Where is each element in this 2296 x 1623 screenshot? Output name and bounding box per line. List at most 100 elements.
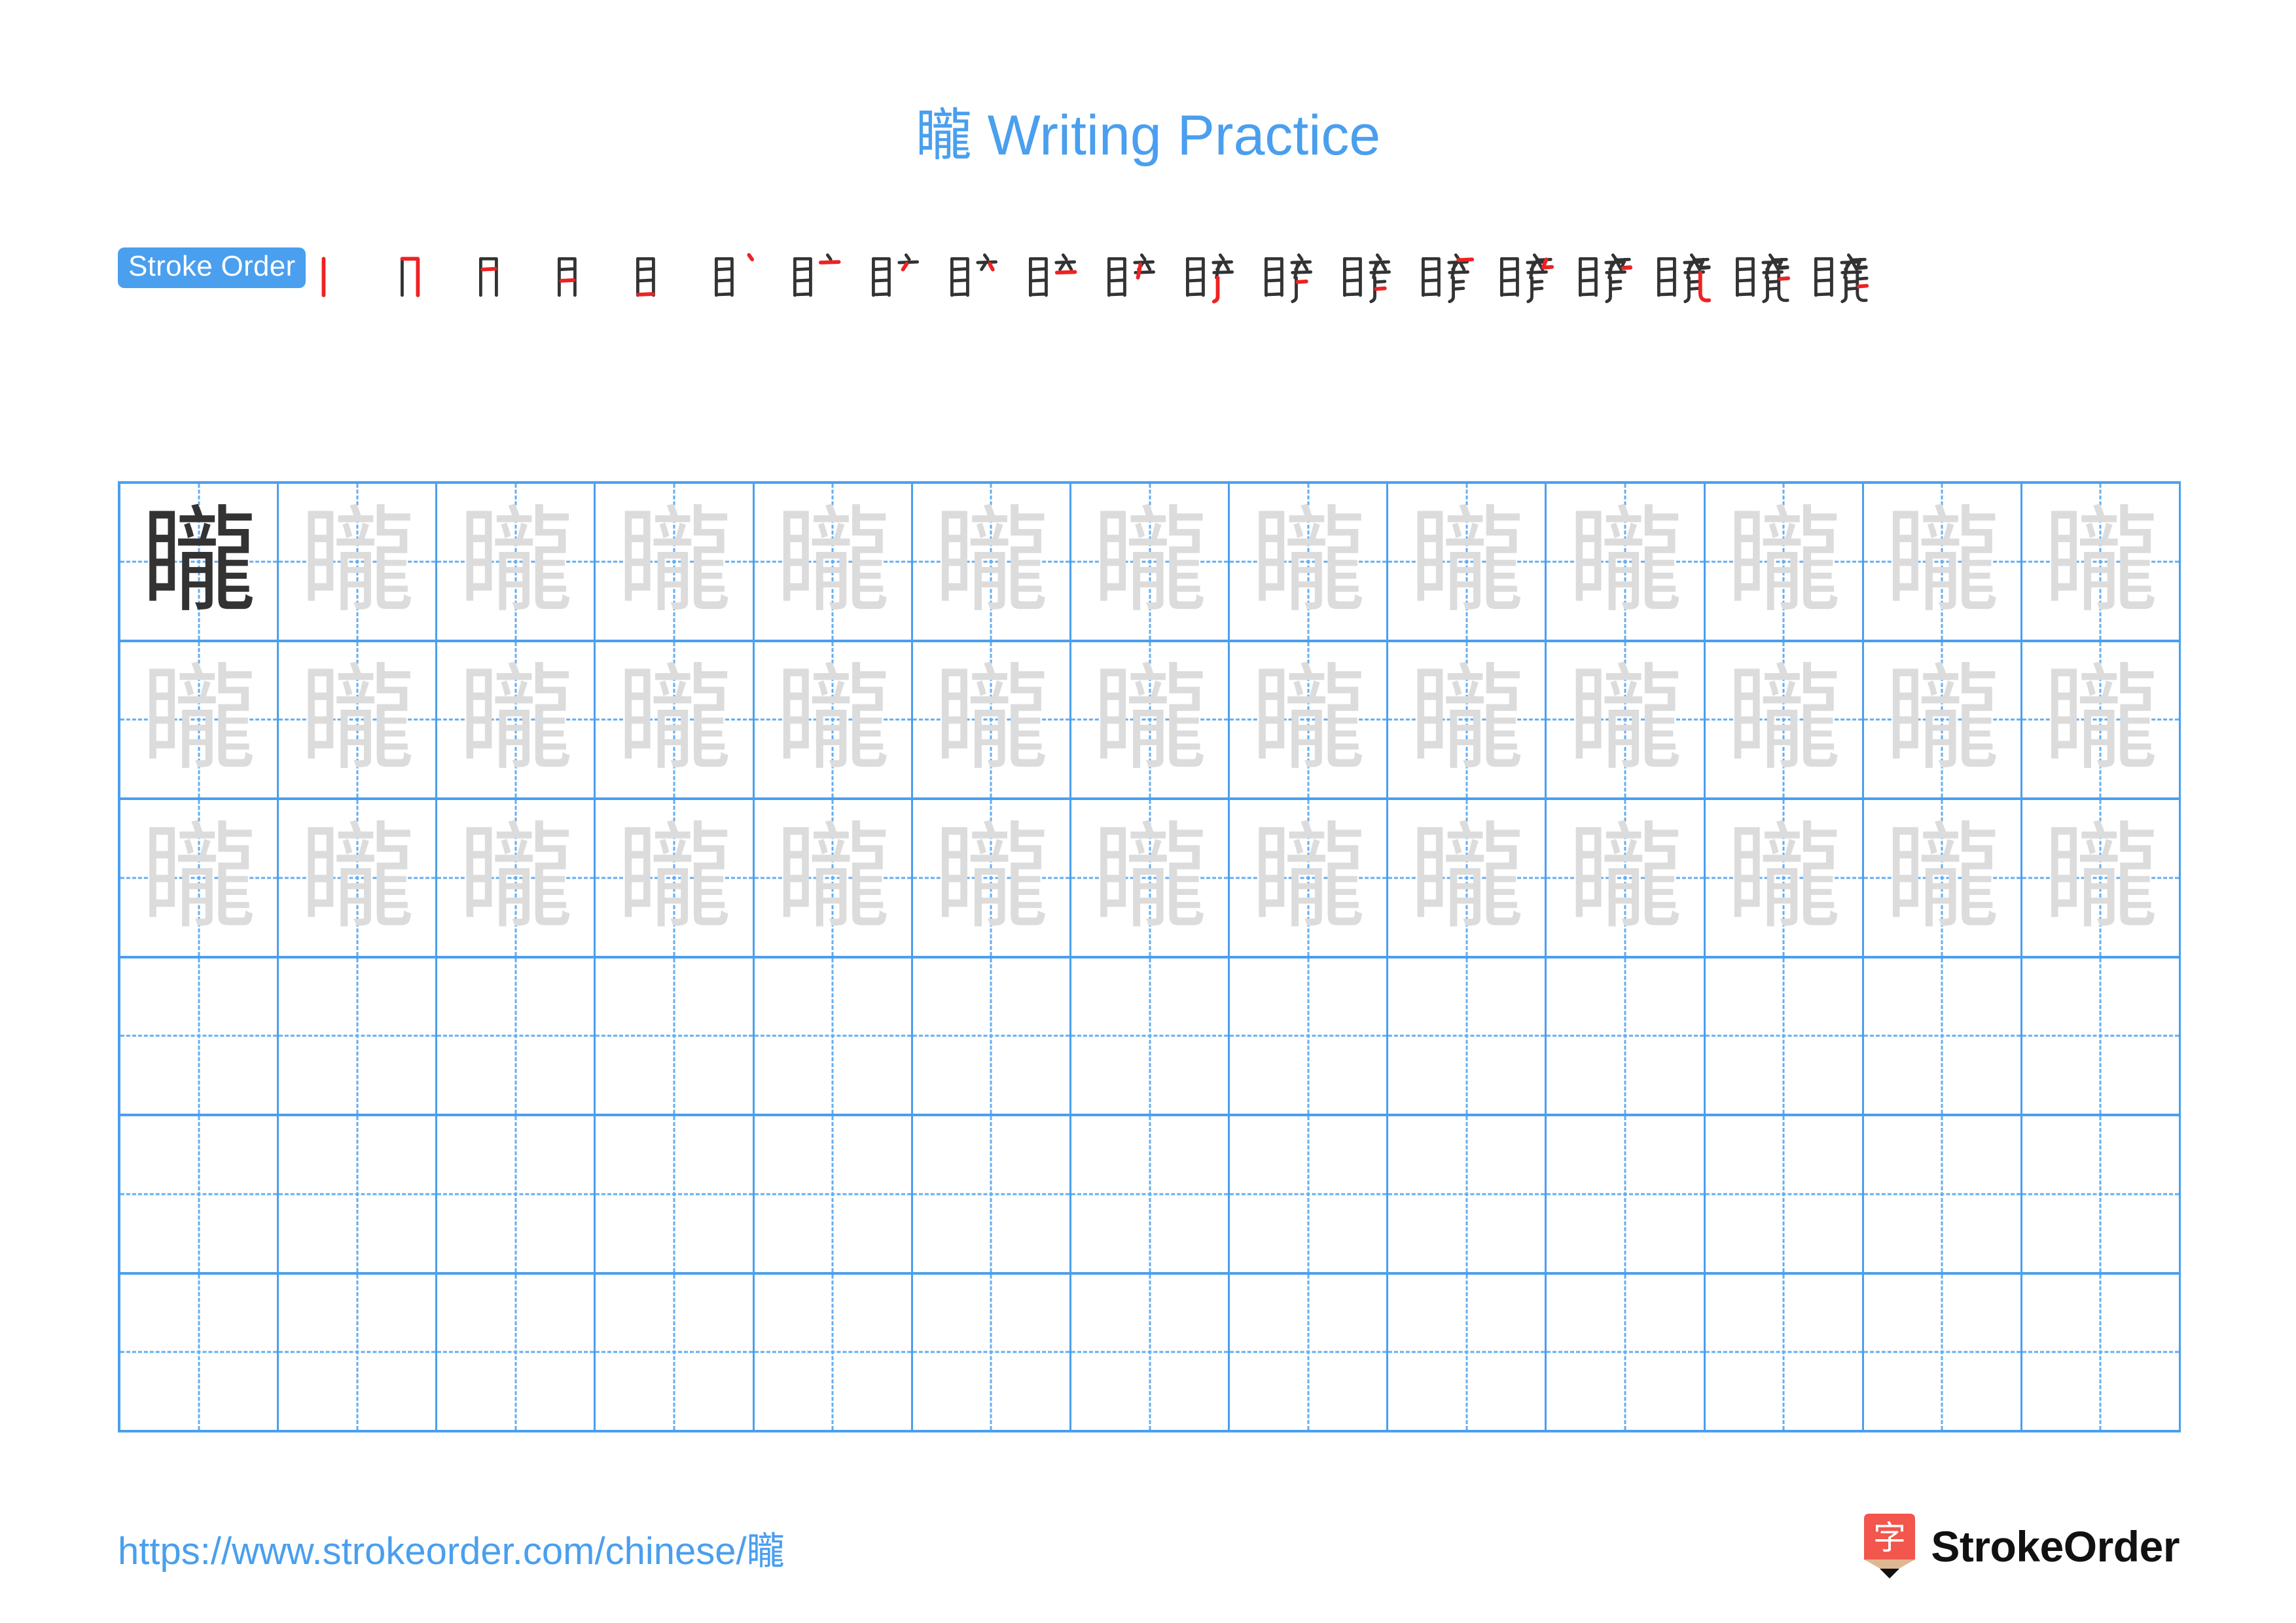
practice-grid-cell[interactable]	[1706, 1274, 1864, 1430]
practice-cell-blank	[1864, 1116, 2020, 1272]
practice-grid-cell[interactable]: 矓	[1388, 642, 1547, 797]
practice-grid-cell[interactable]: 矓	[755, 642, 913, 797]
page-title: 矓 Writing Practice	[0, 103, 2296, 168]
practice-cell-character: 矓	[775, 810, 891, 945]
practice-grid-cell[interactable]	[755, 1274, 913, 1430]
practice-grid-cell[interactable]: 矓	[596, 484, 755, 640]
practice-grid-cell[interactable]: 矓	[913, 484, 1071, 640]
practice-grid-cell[interactable]	[1864, 1274, 2022, 1430]
practice-grid-cell[interactable]: 矓	[1230, 484, 1389, 640]
practice-grid-cell[interactable]	[913, 1274, 1071, 1430]
practice-grid-cell[interactable]: 矓	[1864, 484, 2022, 640]
practice-grid-cell[interactable]	[120, 958, 279, 1114]
practice-grid-cell[interactable]: 矓	[1706, 642, 1864, 797]
practice-grid-cell[interactable]	[437, 1274, 596, 1430]
practice-grid-cell[interactable]	[120, 1274, 279, 1430]
practice-grid-cell[interactable]: 矓	[1388, 484, 1547, 640]
practice-grid-cell[interactable]	[1388, 958, 1547, 1114]
practice-grid-cell[interactable]	[279, 1116, 438, 1272]
practice-grid-cell[interactable]: 矓	[279, 642, 438, 797]
practice-grid-cell[interactable]	[596, 1274, 755, 1430]
practice-grid-cell[interactable]	[279, 958, 438, 1114]
practice-grid-cell[interactable]	[1706, 958, 1864, 1114]
practice-grid-cell[interactable]	[1864, 958, 2022, 1114]
practice-grid-cell[interactable]: 矓	[1706, 800, 1864, 956]
practice-grid-cell[interactable]: 矓	[913, 642, 1071, 797]
page-title-character: 矓	[915, 103, 972, 168]
practice-grid-cell[interactable]: 矓	[1547, 642, 1706, 797]
practice-grid-cell[interactable]: 矓	[437, 800, 596, 956]
practice-grid-cell[interactable]	[1230, 1116, 1389, 1272]
practice-grid-cell[interactable]: 矓	[596, 800, 755, 956]
practice-grid-cell[interactable]: 矓	[437, 484, 596, 640]
practice-grid-cell[interactable]	[596, 958, 755, 1114]
practice-grid-cell[interactable]	[1071, 1274, 1230, 1430]
practice-grid-cell[interactable]: 矓	[120, 642, 279, 797]
practice-cell-character: 矓	[1092, 494, 1208, 629]
practice-grid-cell[interactable]	[1706, 1116, 1864, 1272]
practice-grid-cell[interactable]: 矓	[2022, 800, 2181, 956]
practice-grid-cell[interactable]: 矓	[755, 800, 913, 956]
practice-grid-cell[interactable]	[437, 1116, 596, 1272]
stroke-step-12	[1179, 247, 1242, 310]
practice-cell-blank	[1388, 958, 1545, 1114]
practice-grid-cell[interactable]	[1388, 1274, 1547, 1430]
practice-grid-cell[interactable]: 矓	[755, 484, 913, 640]
practice-cell-character: 矓	[2043, 810, 2159, 945]
practice-grid-cell[interactable]: 矓	[1547, 484, 1706, 640]
practice-grid-cell[interactable]: 矓	[279, 484, 438, 640]
stroke-step-18	[1650, 247, 1713, 310]
practice-grid-cell[interactable]	[1864, 1116, 2022, 1272]
practice-grid-cell[interactable]	[437, 958, 596, 1114]
practice-grid-cell[interactable]	[1071, 958, 1230, 1114]
practice-grid-cell[interactable]	[596, 1116, 755, 1272]
footer-url[interactable]: https://www.strokeorder.com/chinese/矓	[118, 1520, 785, 1575]
practice-cell-character: 矓	[2043, 494, 2159, 629]
practice-grid-cell[interactable]: 矓	[2022, 484, 2181, 640]
practice-cell-character: 矓	[1567, 810, 1683, 945]
practice-grid-cell[interactable]	[1388, 1116, 1547, 1272]
practice-grid-cell[interactable]: 矓	[120, 484, 279, 640]
practice-cell-character: 矓	[775, 494, 891, 629]
practice-grid-cell[interactable]	[120, 1116, 279, 1272]
practice-grid-cell[interactable]	[913, 1116, 1071, 1272]
practice-grid-cell[interactable]: 矓	[913, 800, 1071, 956]
practice-grid-cell[interactable]	[1230, 1274, 1389, 1430]
practice-cell-blank	[755, 958, 911, 1114]
practice-grid-cell[interactable]: 矓	[1864, 642, 2022, 797]
practice-grid-cell[interactable]: 矓	[1071, 642, 1230, 797]
practice-grid-cell[interactable]	[2022, 1274, 2181, 1430]
practice-cell-blank	[2022, 1116, 2179, 1272]
practice-cell-blank	[279, 958, 435, 1114]
practice-cell-blank	[120, 958, 277, 1114]
practice-grid-cell[interactable]	[1547, 1116, 1706, 1272]
practice-grid-cell[interactable]	[1547, 958, 1706, 1114]
stroke-step-20	[1807, 247, 1870, 310]
practice-grid-cell[interactable]	[1071, 1116, 1230, 1272]
practice-grid-cell[interactable]	[2022, 958, 2181, 1114]
practice-grid-cell[interactable]: 矓	[437, 642, 596, 797]
practice-grid-cell[interactable]: 矓	[1071, 484, 1230, 640]
practice-grid-cell[interactable]: 矓	[279, 800, 438, 956]
practice-grid-cell[interactable]: 矓	[1230, 642, 1389, 797]
practice-cell-character: 矓	[1884, 494, 2000, 629]
practice-grid-cell[interactable]	[279, 1274, 438, 1430]
practice-grid-cell[interactable]: 矓	[1864, 800, 2022, 956]
practice-cell-character: 矓	[1567, 652, 1683, 787]
practice-grid-cell[interactable]	[2022, 1116, 2181, 1272]
practice-grid-cell[interactable]: 矓	[1388, 800, 1547, 956]
practice-grid-cell[interactable]	[913, 958, 1071, 1114]
practice-cell-character: 矓	[617, 494, 732, 629]
practice-grid-cell[interactable]: 矓	[1230, 800, 1389, 956]
practice-grid-cell[interactable]: 矓	[120, 800, 279, 956]
practice-cell-blank	[437, 1116, 594, 1272]
practice-grid-cell[interactable]	[1547, 1274, 1706, 1430]
practice-grid-cell[interactable]: 矓	[1706, 484, 1864, 640]
practice-grid-cell[interactable]: 矓	[596, 642, 755, 797]
practice-grid-cell[interactable]	[755, 1116, 913, 1272]
practice-grid-cell[interactable]: 矓	[2022, 642, 2181, 797]
practice-grid-cell[interactable]: 矓	[1547, 800, 1706, 956]
practice-grid-cell[interactable]	[1230, 958, 1389, 1114]
practice-grid-cell[interactable]	[755, 958, 913, 1114]
practice-grid-cell[interactable]: 矓	[1071, 800, 1230, 956]
